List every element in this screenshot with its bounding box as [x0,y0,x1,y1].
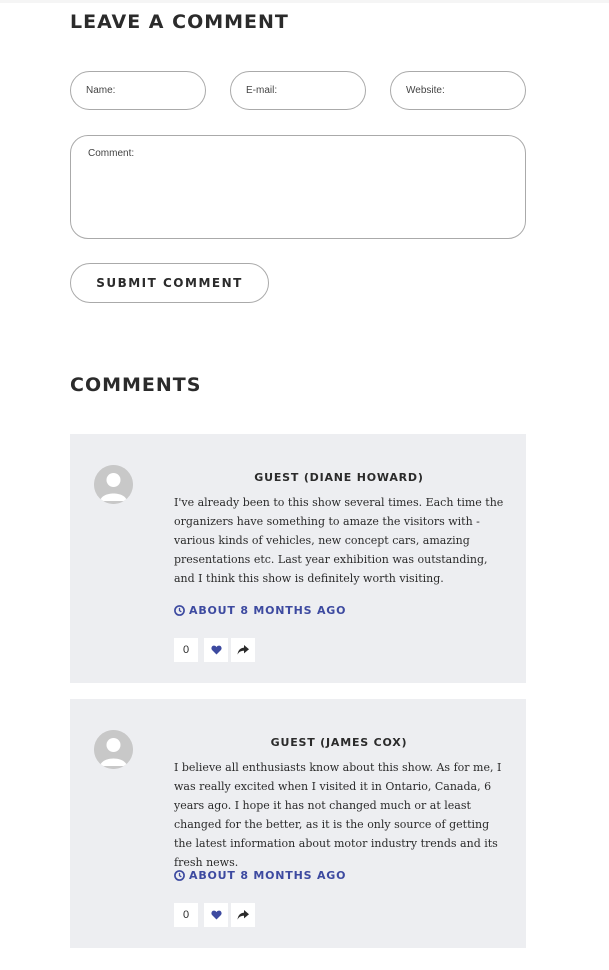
email-field[interactable] [230,71,366,110]
like-button[interactable] [204,638,228,662]
comment-actions: 0 [174,638,255,662]
like-count: 0 [174,638,198,662]
share-icon [237,910,249,920]
comments-title: COMMENTS [70,374,202,396]
comment-time: ABOUT 8 MONTHS AGO [174,604,346,617]
leave-comment-title: LEAVE A COMMENT [70,11,289,33]
comment-time: ABOUT 8 MONTHS AGO [174,869,346,882]
submit-comment-button[interactable]: SUBMIT COMMENT [70,263,269,303]
top-divider [0,0,609,3]
comment-field[interactable] [70,135,526,239]
comment-actions: 0 [174,903,255,927]
comment-author: GUEST (JAMES COX) [270,736,408,749]
comment-time-label: ABOUT 8 MONTHS AGO [189,604,347,617]
heart-icon [210,645,222,655]
user-avatar-icon [94,730,133,769]
website-field[interactable] [390,71,526,110]
user-avatar-icon [94,465,133,504]
share-button[interactable] [231,903,255,927]
comment-text: I believe all enthusiasts know about thi… [174,761,502,869]
clock-icon [174,870,185,881]
comment-card: GUEST (DIANE HOWARD) I've already been t… [70,434,526,683]
heart-icon [210,910,222,920]
comment-card: GUEST (JAMES COX) I believe all enthusia… [70,699,526,948]
comment-text: I've already been to this show several t… [174,496,504,585]
clock-icon [174,605,185,616]
share-button[interactable] [231,638,255,662]
share-icon [237,645,249,655]
comment-time-label: ABOUT 8 MONTHS AGO [189,869,347,882]
like-button[interactable] [204,903,228,927]
name-field[interactable] [70,71,206,110]
comment-author: GUEST (DIANE HOWARD) [254,471,424,484]
like-count: 0 [174,903,198,927]
